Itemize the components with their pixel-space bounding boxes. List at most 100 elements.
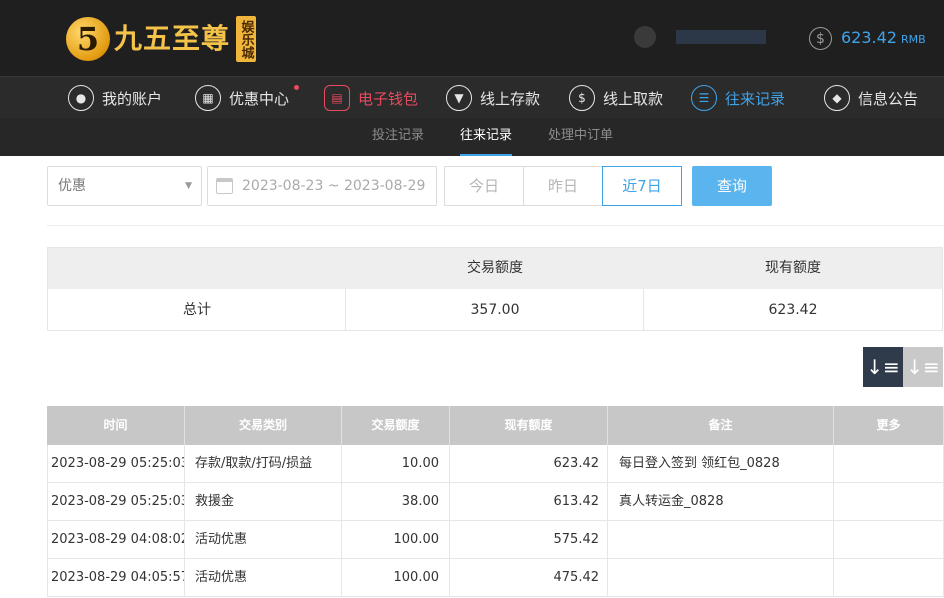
dollar-circle-icon: $ [809, 27, 832, 50]
table-row[interactable]: 2023-08-29 05:25:03 救援金 38.00 613.42 真人转… [47, 483, 944, 521]
cell-remark [608, 521, 834, 558]
cell-amount: 100.00 [342, 521, 450, 558]
nav-announcements[interactable]: ◆ 信息公告 [824, 82, 918, 114]
summary-row: 总计 357.00 623.42 [48, 289, 942, 331]
table-header: 时间 交易类别 交易额度 现有额度 备注 更多 [47, 406, 944, 445]
tab-transaction-records[interactable]: 往来记录 [460, 118, 513, 156]
type-select-value: 优惠 [58, 178, 86, 194]
cell-more[interactable] [834, 521, 944, 558]
summary-header-cell: 交易额度 [467, 260, 523, 276]
cell-type: 活动优惠 [185, 521, 342, 558]
record-icon: ☰ [691, 85, 717, 111]
summary-header: 交易额度 现有额度 [48, 248, 942, 289]
balance-unit: RMB [900, 33, 926, 46]
gift-icon: ▦ [195, 85, 221, 111]
records-table: 时间 交易类别 交易额度 现有额度 备注 更多 2023-08-29 05:25… [47, 406, 944, 597]
nav-label: 我的账户 [102, 89, 163, 108]
column-header-time[interactable]: 时间 [47, 406, 185, 445]
summary-header-cell: 现有额度 [765, 260, 821, 276]
cell-amount: 38.00 [342, 483, 450, 520]
logo-emblem: 5 [66, 17, 110, 61]
nav-label: 线上存款 [480, 89, 541, 108]
cell-time: 2023-08-29 04:08:02 [47, 521, 185, 558]
tab-pending-orders[interactable]: 处理中订单 [548, 118, 613, 156]
avatar[interactable] [634, 26, 656, 48]
bell-icon: ◆ [824, 85, 850, 111]
notification-dot [294, 85, 300, 90]
column-header-more[interactable]: 更多 [834, 406, 944, 445]
nav-label: 往来记录 [725, 89, 786, 108]
logo-title: 九五至尊 [114, 22, 231, 55]
tab-bet-records[interactable]: 投注记录 [372, 118, 424, 156]
sub-nav: 投注记录 往来记录 处理中订单 [0, 118, 944, 156]
divider [47, 225, 944, 226]
wallet-icon: ▤ [324, 85, 350, 111]
quick-today-button[interactable]: 今日 [444, 166, 524, 206]
cell-amount: 100.00 [342, 559, 450, 596]
nav-label: 优惠中心 [229, 89, 290, 108]
main-nav: ● 我的账户 ▦ 优惠中心 ▤ 电子钱包 ▼ 线上存款 $ 线上取款 ☰ 往来记… [0, 76, 944, 118]
nav-e-wallet[interactable]: ▤ 电子钱包 [324, 82, 418, 114]
cell-balance: 623.42 [450, 445, 608, 482]
date-range-value: 2023-08-23 ~ 2023-08-29 [242, 178, 426, 194]
column-header-balance[interactable]: 现有额度 [450, 406, 608, 445]
top-header: 5 九五至尊 娱乐城 $ 623.42 RMB [0, 0, 944, 76]
column-header-amount[interactable]: 交易额度 [342, 406, 450, 445]
nav-label: 电子钱包 [358, 89, 419, 108]
divider [643, 289, 644, 331]
nav-transaction-records[interactable]: ☰ 往来记录 [691, 82, 785, 114]
user-icon: ● [68, 85, 94, 111]
cell-time: 2023-08-29 05:25:03 [47, 483, 185, 520]
table-row[interactable]: 2023-08-29 05:25:03 存款/取款/打码/损益 10.00 62… [47, 445, 944, 483]
username-masked [676, 30, 766, 44]
nav-label: 信息公告 [858, 89, 919, 108]
nav-my-account[interactable]: ● 我的账户 [68, 82, 162, 114]
cell-type: 救援金 [185, 483, 342, 520]
cell-balance: 613.42 [450, 483, 608, 520]
type-select[interactable]: 优惠 ▼ [47, 166, 202, 206]
summary-cell: 357.00 [470, 302, 520, 318]
search-button[interactable]: 查询 [692, 166, 772, 206]
cell-remark: 每日登入签到 领红包_0828 [608, 445, 834, 482]
column-header-type[interactable]: 交易类别 [185, 406, 342, 445]
logo-subtitle: 娱乐城 [236, 16, 257, 62]
withdraw-icon: $ [569, 85, 595, 111]
site-logo[interactable]: 5 九五至尊 娱乐城 [66, 12, 257, 66]
cell-type: 活动优惠 [185, 559, 342, 596]
nav-online-deposit[interactable]: ▼ 线上存款 [446, 82, 540, 114]
cell-remark [608, 559, 834, 596]
cell-more[interactable] [834, 559, 944, 596]
cell-balance: 575.42 [450, 521, 608, 558]
deposit-icon: ▼ [446, 85, 472, 111]
caret-down-icon: ▼ [185, 181, 192, 191]
cell-type: 存款/取款/打码/损益 [185, 445, 342, 482]
cell-amount: 10.00 [342, 445, 450, 482]
quick-yesterday-button[interactable]: 昨日 [523, 166, 603, 206]
table-row[interactable]: 2023-08-29 04:05:57 活动优惠 100.00 475.42 [47, 559, 944, 597]
cell-time: 2023-08-29 05:25:03 [47, 445, 185, 482]
balance-display: 623.42 RMB [841, 28, 926, 50]
sort-asc-button[interactable]: ↓≡ [903, 347, 943, 387]
cell-more[interactable] [834, 445, 944, 482]
nav-label: 线上取款 [603, 89, 664, 108]
summary-cell: 623.42 [768, 302, 818, 318]
balance-value: 623.42 [841, 28, 897, 47]
date-range-input[interactable]: 2023-08-23 ~ 2023-08-29 [207, 166, 437, 206]
sort-desc-button[interactable]: ↓≡ [863, 347, 903, 387]
column-header-remark[interactable]: 备注 [608, 406, 834, 445]
summary-header-cell [48, 248, 346, 289]
nav-promotions[interactable]: ▦ 优惠中心 [195, 82, 300, 114]
cell-more[interactable] [834, 483, 944, 520]
summary-cell: 总计 [183, 302, 211, 318]
divider [345, 289, 346, 331]
sort-ascending-icon: ↓≡ [906, 355, 940, 379]
sort-descending-icon: ↓≡ [866, 355, 900, 379]
cell-balance: 475.42 [450, 559, 608, 596]
calendar-icon [216, 178, 233, 194]
summary-table: 交易额度 现有额度 总计 357.00 623.42 [47, 247, 943, 331]
cell-time: 2023-08-29 04:05:57 [47, 559, 185, 596]
cell-remark: 真人转运金_0828 [608, 483, 834, 520]
quick-7days-button[interactable]: 近7日 [602, 166, 682, 206]
nav-online-withdraw[interactable]: $ 线上取款 [569, 82, 663, 114]
table-row[interactable]: 2023-08-29 04:08:02 活动优惠 100.00 575.42 [47, 521, 944, 559]
